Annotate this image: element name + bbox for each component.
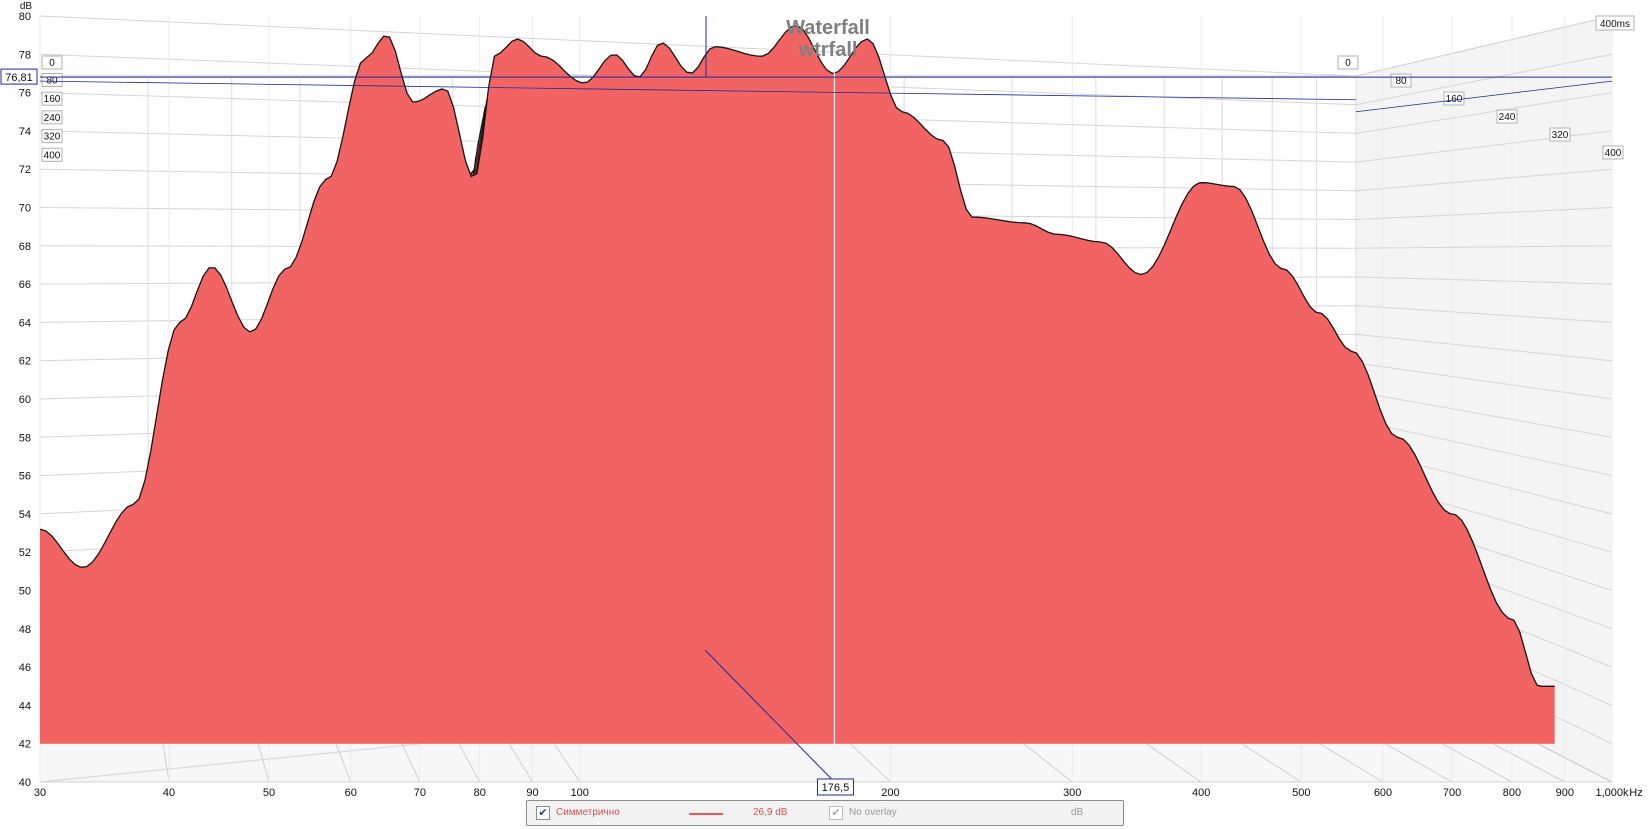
x-tick-label: 200: [881, 787, 899, 799]
time-tick-label-right: 240: [1496, 109, 1518, 124]
y-tick-label: 48: [19, 624, 31, 636]
svg-text:80: 80: [1395, 76, 1407, 87]
x-tick-label: 50: [263, 787, 275, 799]
x-tick-label: 700: [1443, 787, 1461, 799]
x-tick-label: 300: [1063, 787, 1081, 799]
cursor-frequency-readout[interactable]: 176,5: [816, 778, 854, 796]
time-tick-label-right: 80: [1390, 73, 1412, 88]
y-tick-label: 70: [19, 203, 31, 215]
y-tick-label: 64: [19, 317, 31, 329]
time-tick-label-right: 400: [1602, 145, 1624, 160]
time-tick-label-right: 320: [1549, 127, 1571, 142]
x-tick-label: 900: [1556, 787, 1574, 799]
y-axis-label: dB: [20, 1, 33, 12]
y-tick-label: 80: [19, 11, 31, 23]
svg-text:0: 0: [1345, 58, 1351, 69]
legend-label-no-overlay: No overlay: [849, 807, 897, 818]
cursor-level-readout[interactable]: 76,81: [0, 68, 38, 85]
y-tick-label: 68: [19, 241, 31, 253]
legend-checkbox-symmetric[interactable]: ✔: [536, 806, 550, 820]
legend-line-symmetric: [689, 813, 723, 815]
svg-text:0: 0: [49, 58, 55, 69]
svg-text:176,5: 176,5: [822, 782, 850, 794]
legend-checkbox-no-overlay[interactable]: ✔: [829, 806, 843, 820]
time-tick-label-right: 0: [1337, 55, 1359, 70]
y-tick-label: 50: [19, 586, 31, 598]
svg-text:400: 400: [44, 150, 61, 161]
x-tick-label: 500: [1292, 787, 1310, 799]
y-tick-label: 40: [19, 777, 31, 789]
x-tick-label: 100: [571, 787, 589, 799]
y-tick-label: 46: [19, 662, 31, 674]
x-axis-label: Hz: [1629, 787, 1642, 799]
chart-title: Waterfall: [786, 17, 870, 39]
y-tick-label: 62: [19, 356, 31, 368]
time-axis-label: 400ms: [1595, 15, 1635, 31]
x-tick-label: 90: [526, 787, 538, 799]
x-tick-label: 80: [474, 787, 486, 799]
svg-text:320: 320: [44, 132, 61, 143]
y-tick-label: 60: [19, 394, 31, 406]
y-tick-label: 76: [19, 88, 31, 100]
svg-text:320: 320: [1552, 130, 1569, 141]
legend-value-no-overlay: dB: [1071, 807, 1084, 818]
y-tick-label: 52: [19, 547, 31, 559]
time-tick-label-left: 320: [41, 129, 63, 144]
x-tick-label: 600: [1374, 787, 1392, 799]
svg-text:400: 400: [1605, 148, 1622, 159]
svg-text:76,81: 76,81: [5, 72, 33, 84]
chart-subtitle: wtrfall: [798, 39, 858, 61]
legend-bar: ✔ Симметрично 26,9 dB ✔ No overlay dB: [526, 800, 1124, 826]
svg-text:400ms: 400ms: [1600, 19, 1630, 30]
time-tick-label-left: 0: [41, 55, 63, 70]
y-tick-label: 54: [19, 509, 31, 521]
x-tick-label: 60: [345, 787, 357, 799]
svg-text:160: 160: [44, 94, 61, 105]
y-tick-label: 42: [19, 739, 31, 751]
x-tick-label: 800: [1503, 787, 1521, 799]
x-tick-label: 400: [1192, 787, 1210, 799]
y-tick-label: 56: [19, 471, 31, 483]
y-tick-label: 74: [19, 126, 31, 138]
time-tick-label-left: 160: [41, 91, 63, 106]
x-tick-label: 70: [414, 787, 426, 799]
time-tick-label-left: 80: [41, 73, 63, 87]
y-tick-label: 78: [19, 49, 31, 61]
y-tick-label: 66: [19, 279, 31, 291]
svg-text:240: 240: [44, 113, 61, 124]
legend-value-symmetric: 26,9 dB: [753, 807, 788, 818]
time-tick-label-left: 400: [41, 147, 63, 162]
x-tick-label: 1,000k: [1595, 787, 1629, 799]
waterfall-plot: 80 78 76 74 72 70 68 66 64 62 60 58 56 54 52 50 48 46 44 42…: [0, 0, 1651, 829]
y-tick-label: 58: [19, 432, 31, 444]
time-tick-label-right: 160: [1443, 91, 1465, 106]
x-tick-label: 40: [163, 787, 175, 799]
svg-text:240: 240: [1499, 112, 1516, 123]
x-tick-label: 30: [34, 787, 46, 799]
y-tick-label: 72: [19, 164, 31, 176]
legend-label-symmetric: Симметрично: [556, 807, 620, 818]
y-tick-label: 44: [19, 700, 31, 712]
time-tick-label-left: 240: [41, 110, 63, 125]
